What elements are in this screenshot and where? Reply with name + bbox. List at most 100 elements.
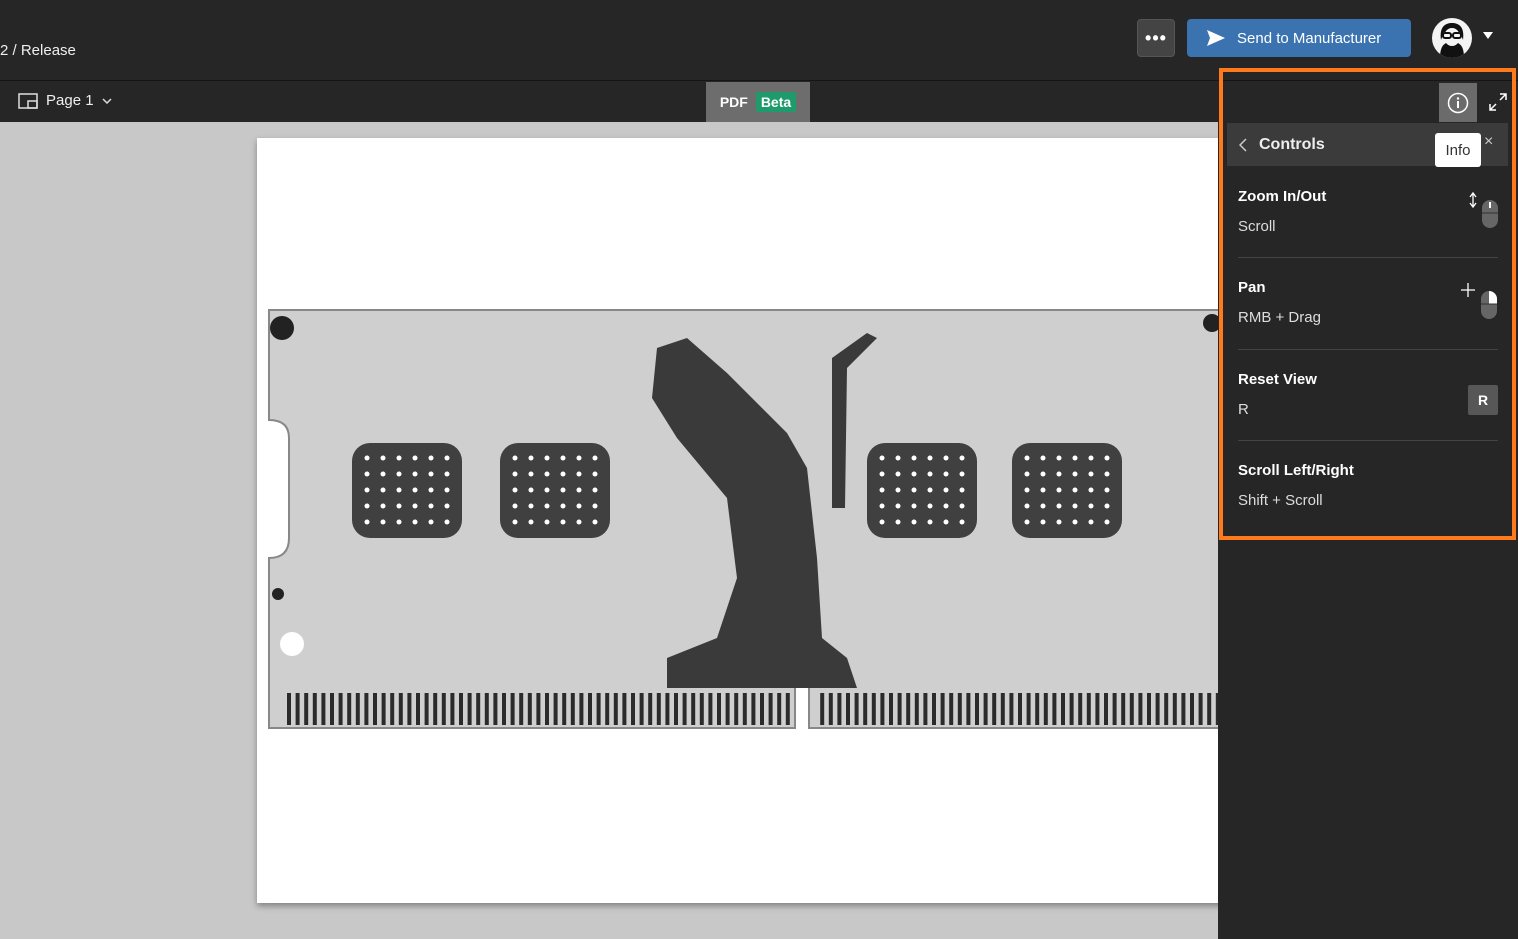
pcb-gold-finger: [1061, 693, 1065, 725]
pcb-gold-finger: [932, 693, 936, 725]
pcb-gold-finger: [1207, 693, 1212, 725]
pcb-gold-finger: [1052, 693, 1057, 725]
pdf-tab[interactable]: PDF Beta: [706, 82, 810, 122]
pcb-gold-finger: [871, 693, 876, 725]
control-reset-view: Reset View R R: [1238, 371, 1498, 441]
pcb-gold-finger: [975, 693, 979, 725]
pcb-gold-finger: [940, 693, 945, 725]
pcb-gold-finger: [562, 693, 567, 725]
pcb-gold-finger: [1147, 693, 1151, 725]
pdf-label: PDF: [719, 94, 748, 110]
pcb-gold-finger: [519, 693, 524, 725]
pcb-gold-finger: [1112, 693, 1117, 725]
control-title: Scroll Left/Right: [1238, 462, 1354, 479]
pcb-gold-finger: [648, 693, 653, 725]
pcb-gold-finger: [742, 693, 747, 725]
pcb-gold-finger: [914, 693, 919, 725]
pcb-drawing: [268, 309, 1218, 729]
pcb-gold-finger: [923, 693, 928, 725]
avatar[interactable]: [1432, 18, 1472, 58]
fullscreen-button[interactable]: [1484, 88, 1512, 116]
pcb-gold-finger: [295, 693, 300, 725]
pcb-gold-finger: [1095, 693, 1100, 725]
pcb-gold-finger: [889, 693, 893, 725]
controls-title: Controls: [1259, 135, 1325, 153]
send-to-manufacturer-button[interactable]: Send to Manufacturer: [1187, 19, 1411, 57]
pcb-gold-finger: [760, 693, 764, 725]
control-title: Reset View: [1238, 371, 1317, 388]
pcb-gold-finger: [613, 693, 618, 725]
pdf-canvas[interactable]: [0, 122, 1218, 939]
pcb-gold-finger: [1035, 693, 1040, 725]
pcb-gold-finger: [433, 693, 438, 725]
pcb-gold-finger: [983, 693, 988, 725]
control-keys: Scroll: [1238, 218, 1276, 235]
pdf-page: [257, 138, 1218, 903]
pcb-gold-finger: [1043, 693, 1048, 725]
pcb-gold-finger: [596, 693, 601, 725]
pcb-gold-finger: [459, 693, 463, 725]
pcb-gold-finger: [493, 693, 498, 725]
breadcrumb[interactable]: 2 / Release: [0, 42, 76, 59]
pcb-gold-finger: [622, 693, 627, 725]
pcb-gold-finger: [725, 693, 730, 725]
pcb-gold-finger: [330, 693, 334, 725]
pcb-gold-finger: [957, 693, 962, 725]
pcb-gold-finger: [416, 693, 420, 725]
pcb-gold-finger: [467, 693, 472, 725]
pcb-gold-finger: [785, 693, 790, 725]
info-tooltip: Info: [1435, 133, 1481, 167]
control-keys: Shift + Scroll: [1238, 492, 1323, 509]
pcb-gold-finger: [1164, 693, 1169, 725]
mouse-right-drag-icon: [1461, 283, 1497, 319]
control-title: Zoom In/Out: [1238, 188, 1327, 205]
pcb-gold-finger: [1190, 693, 1194, 725]
pcb-gold-finger: [536, 693, 541, 725]
viewer-toolbar: Page 1 PDF Beta: [0, 82, 1218, 122]
pcb-gold-finger: [355, 693, 360, 725]
pcb-gold-finger: [966, 693, 971, 725]
pcb-gold-finger: [1198, 693, 1203, 725]
pcb-gold-finger: [1009, 693, 1014, 725]
pcb-gold-finger: [777, 693, 782, 725]
pcb-gold-finger: [1000, 693, 1005, 725]
chevron-left-icon[interactable]: [1239, 137, 1247, 152]
more-options-button[interactable]: •••: [1137, 19, 1175, 57]
pcb-gold-finger: [863, 693, 868, 725]
pcb-gold-finger: [708, 693, 713, 725]
pcb-gold-finger: [407, 693, 412, 725]
mouse-scroll-icon: [1469, 191, 1498, 228]
pcb-gold-finger: [699, 693, 704, 725]
pcb-gold-finger: [338, 693, 343, 725]
beta-badge: Beta: [755, 92, 797, 112]
pcb-gold-finger: [674, 693, 678, 725]
control-pan: Pan RMB + Drag: [1238, 279, 1498, 350]
pcb-gold-finger: [476, 693, 481, 725]
pcb-gold-finger: [450, 693, 455, 725]
page-label: Page 1: [46, 92, 94, 109]
pcb-gold-finger: [665, 693, 670, 725]
pcb-gold-finger: [992, 693, 997, 725]
pcb-gold-finger: [1181, 693, 1186, 725]
page-icon: [18, 92, 38, 109]
pcb-gold-finger: [364, 693, 369, 725]
pcb-gold-finger: [880, 693, 885, 725]
pcb-gold-finger: [579, 693, 584, 725]
chevron-down-icon[interactable]: [1483, 32, 1493, 39]
pcb-gold-finger: [906, 693, 911, 725]
pcb-gold-finger: [949, 693, 954, 725]
pcb-gold-finger: [381, 693, 386, 725]
pcb-gold-finger: [768, 693, 773, 725]
chevron-down-icon: [102, 97, 112, 104]
pcb-gold-finger: [424, 693, 429, 725]
pcb-gold-finger: [570, 693, 575, 725]
pcb-gold-finger: [897, 693, 902, 725]
r-key-icon: R: [1468, 385, 1498, 415]
info-button[interactable]: [1439, 83, 1477, 122]
pcb-gold-finger: [1026, 693, 1031, 725]
pcb-gold-finger: [691, 693, 696, 725]
send-label: Send to Manufacturer: [1237, 29, 1382, 47]
close-icon[interactable]: ×: [1484, 133, 1493, 151]
pcb-gold-finger: [1018, 693, 1022, 725]
page-selector[interactable]: Page 1: [18, 92, 112, 109]
